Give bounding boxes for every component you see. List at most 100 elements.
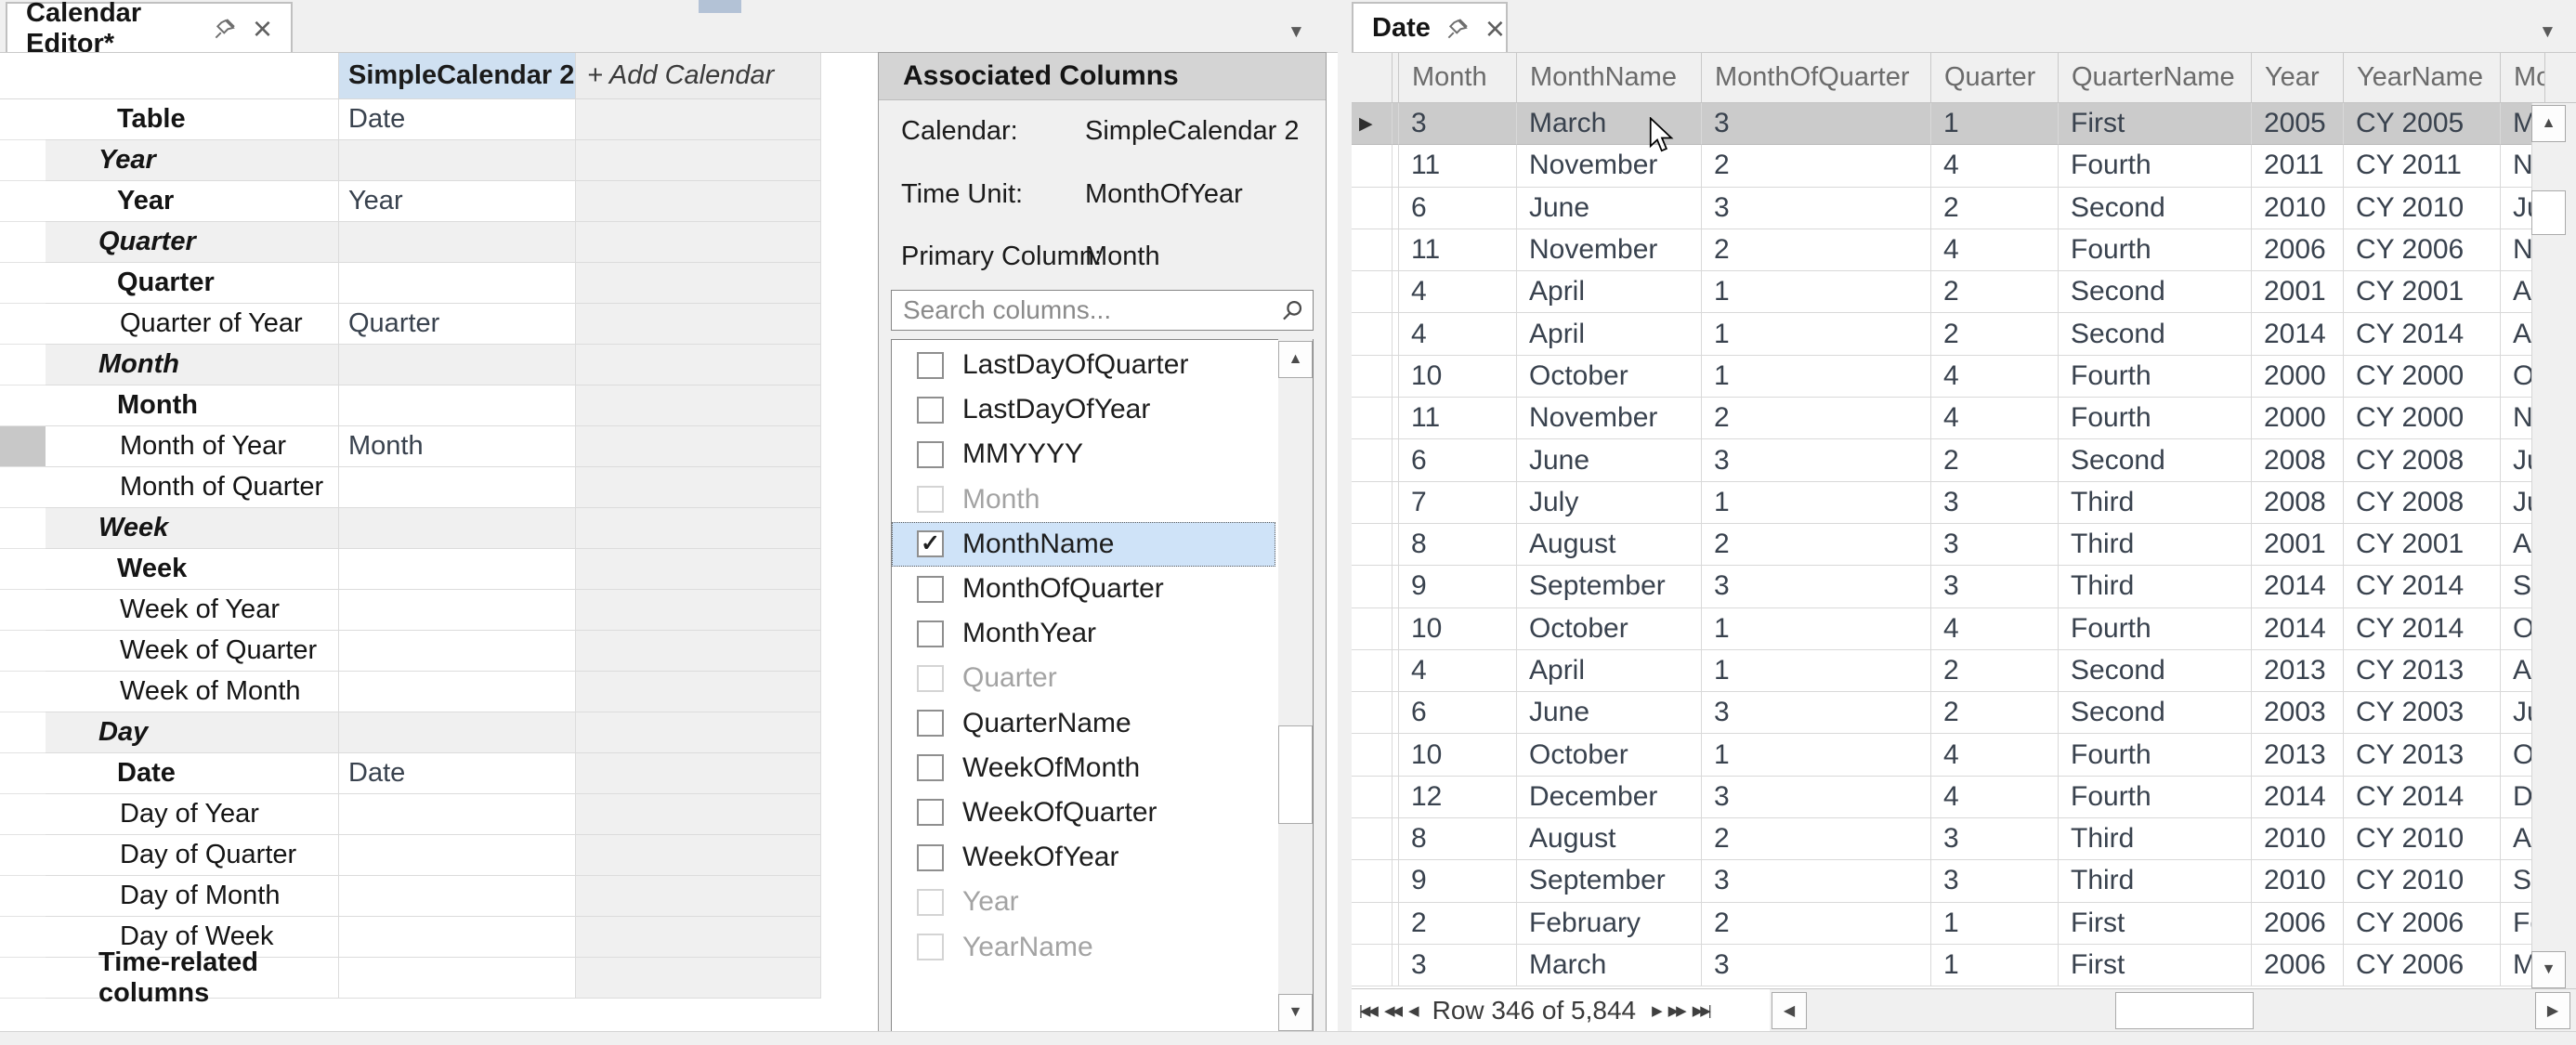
next-record-button[interactable]: ▶ — [1652, 1002, 1660, 1019]
row-selector[interactable] — [1352, 229, 1393, 271]
date-grid-cell[interactable]: Third — [2059, 524, 2252, 566]
date-grid-cell[interactable]: 1 — [1702, 271, 1931, 313]
column-list-item[interactable]: Month — [892, 477, 1275, 522]
column-list-item[interactable]: ✓MonthName — [892, 522, 1275, 567]
date-grid-cell[interactable]: 2 — [1702, 818, 1931, 860]
row-selector[interactable] — [1352, 650, 1393, 692]
calendar-cell-value[interactable] — [339, 345, 576, 385]
row-indicator[interactable] — [0, 99, 46, 140]
calendar-cell-value[interactable] — [339, 140, 576, 181]
calendar-cell-value[interactable] — [339, 590, 576, 631]
calendar-cell-value[interactable] — [339, 385, 576, 426]
date-grid-cell[interactable]: 3 — [1702, 692, 1931, 734]
calendar-row-label[interactable]: Day of Month — [46, 876, 339, 917]
calendar-row-label[interactable]: Quarter — [46, 222, 339, 263]
date-grid-cell[interactable]: 9 — [1399, 860, 1517, 902]
date-grid-cell[interactable]: 3 — [1399, 103, 1517, 145]
date-grid-cell[interactable]: 3 — [1931, 524, 2059, 566]
row-indicator[interactable] — [0, 835, 46, 876]
checkbox[interactable] — [917, 486, 944, 513]
column-list-item[interactable]: WeekOfYear — [892, 835, 1275, 880]
date-grid-cell[interactable]: 7 — [1399, 482, 1517, 524]
calendar-row-label[interactable]: Week — [46, 508, 339, 549]
date-grid-cell[interactable]: Fourth — [2059, 777, 2252, 818]
date-grid-cell[interactable]: 4 — [1931, 229, 2059, 271]
date-grid-cell[interactable]: 4 — [1399, 650, 1517, 692]
scroll-down-button[interactable]: ▼ — [1278, 994, 1313, 1031]
calendar-cell-add[interactable] — [576, 304, 821, 345]
date-grid-cell[interactable]: 4 — [1931, 145, 2059, 187]
calendar-cell-value[interactable] — [339, 835, 576, 876]
search-columns-input[interactable] — [891, 290, 1314, 331]
pin-icon[interactable] — [213, 16, 238, 41]
date-grid-cell[interactable]: 2006 — [2252, 903, 2344, 945]
calendar-row-label[interactable]: Quarter of Year — [46, 304, 339, 345]
calendar-cell-value[interactable] — [339, 467, 576, 508]
row-indicator[interactable] — [0, 385, 46, 426]
date-grid-cell[interactable]: 2014 — [2252, 608, 2344, 650]
row-indicator[interactable] — [0, 140, 46, 181]
row-selector[interactable] — [1352, 903, 1393, 945]
row-indicator[interactable] — [0, 917, 46, 958]
date-grid-cell[interactable]: 2011 — [2252, 145, 2344, 187]
date-grid-cell[interactable]: CY 2006 — [2344, 229, 2501, 271]
date-grid-cell[interactable]: 3 — [1931, 818, 2059, 860]
date-grid-cell[interactable]: 2008 — [2252, 482, 2344, 524]
row-selector[interactable] — [1352, 439, 1393, 481]
date-grid-cell[interactable]: June — [1517, 692, 1702, 734]
date-grid-cell[interactable]: 3 — [1399, 945, 1517, 986]
calendar-cell-value[interactable] — [339, 672, 576, 712]
date-grid-cell[interactable]: 2 — [1931, 692, 2059, 734]
date-grid-cell[interactable]: June — [1517, 188, 1702, 229]
row-indicator[interactable] — [0, 467, 46, 508]
date-grid-cell[interactable]: Third — [2059, 860, 2252, 902]
checkbox[interactable] — [917, 397, 944, 424]
column-list-item[interactable]: Quarter — [892, 656, 1275, 700]
date-grid-cell[interactable]: December — [1517, 777, 1702, 818]
row-selector[interactable] — [1352, 271, 1393, 313]
date-grid-cell[interactable]: 2000 — [2252, 356, 2344, 398]
calendar-cell-add[interactable] — [576, 590, 821, 631]
column-list-item[interactable]: LastDayOfYear — [892, 387, 1275, 432]
date-grid-cell[interactable]: 3 — [1702, 566, 1931, 607]
checkbox[interactable] — [917, 889, 944, 916]
date-grid-cell[interactable]: 2 — [1931, 650, 2059, 692]
next-page-button[interactable]: ▶▶ — [1668, 1002, 1684, 1019]
checkbox[interactable] — [917, 665, 944, 692]
date-grid-cell[interactable]: 2 — [1702, 229, 1931, 271]
date-grid-cell[interactable]: 2001 — [2252, 524, 2344, 566]
calendar-cell-add[interactable] — [576, 712, 821, 753]
row-indicator[interactable] — [0, 794, 46, 835]
row-selector[interactable] — [1352, 692, 1393, 734]
calendar-cell-add[interactable] — [576, 549, 821, 590]
date-grid-cell[interactable]: 2 — [1931, 271, 2059, 313]
row-indicator[interactable] — [0, 345, 46, 385]
calendar-cell-add[interactable] — [576, 467, 821, 508]
checkbox[interactable] — [917, 799, 944, 826]
calendar-row-label[interactable]: Week of Quarter — [46, 631, 339, 672]
calendar-cell-add[interactable] — [576, 222, 821, 263]
row-indicator[interactable] — [0, 590, 46, 631]
date-grid-cell[interactable]: CY 2008 — [2344, 439, 2501, 481]
column-list-scrollbar[interactable] — [1278, 339, 1313, 1033]
date-grid-cell[interactable]: 4 — [1399, 313, 1517, 355]
row-indicator[interactable] — [0, 508, 46, 549]
scroll-left-button[interactable]: ◀ — [1772, 992, 1807, 1029]
calendar-cell-value[interactable] — [339, 876, 576, 917]
scrollbar-thumb[interactable] — [2531, 190, 2566, 235]
calendar-cell-value[interactable] — [339, 508, 576, 549]
column-list-item[interactable]: MonthYear — [892, 611, 1275, 656]
row-indicator[interactable] — [0, 672, 46, 712]
date-grid-cell[interactable]: CY 2014 — [2344, 777, 2501, 818]
row-selector[interactable] — [1352, 482, 1393, 524]
row-selector[interactable] — [1352, 524, 1393, 566]
date-grid-cell[interactable]: October — [1517, 734, 1702, 776]
calendar-row-label[interactable]: Table — [46, 99, 339, 140]
row-indicator[interactable] — [0, 753, 46, 794]
checkbox-checked[interactable]: ✓ — [917, 530, 944, 557]
date-grid-cell[interactable]: CY 2013 — [2344, 734, 2501, 776]
date-grid-cell[interactable]: 2006 — [2252, 229, 2344, 271]
date-grid-cell[interactable]: CY 2014 — [2344, 608, 2501, 650]
date-grid-cell[interactable]: 1 — [1702, 313, 1931, 355]
row-selector[interactable] — [1352, 188, 1393, 229]
